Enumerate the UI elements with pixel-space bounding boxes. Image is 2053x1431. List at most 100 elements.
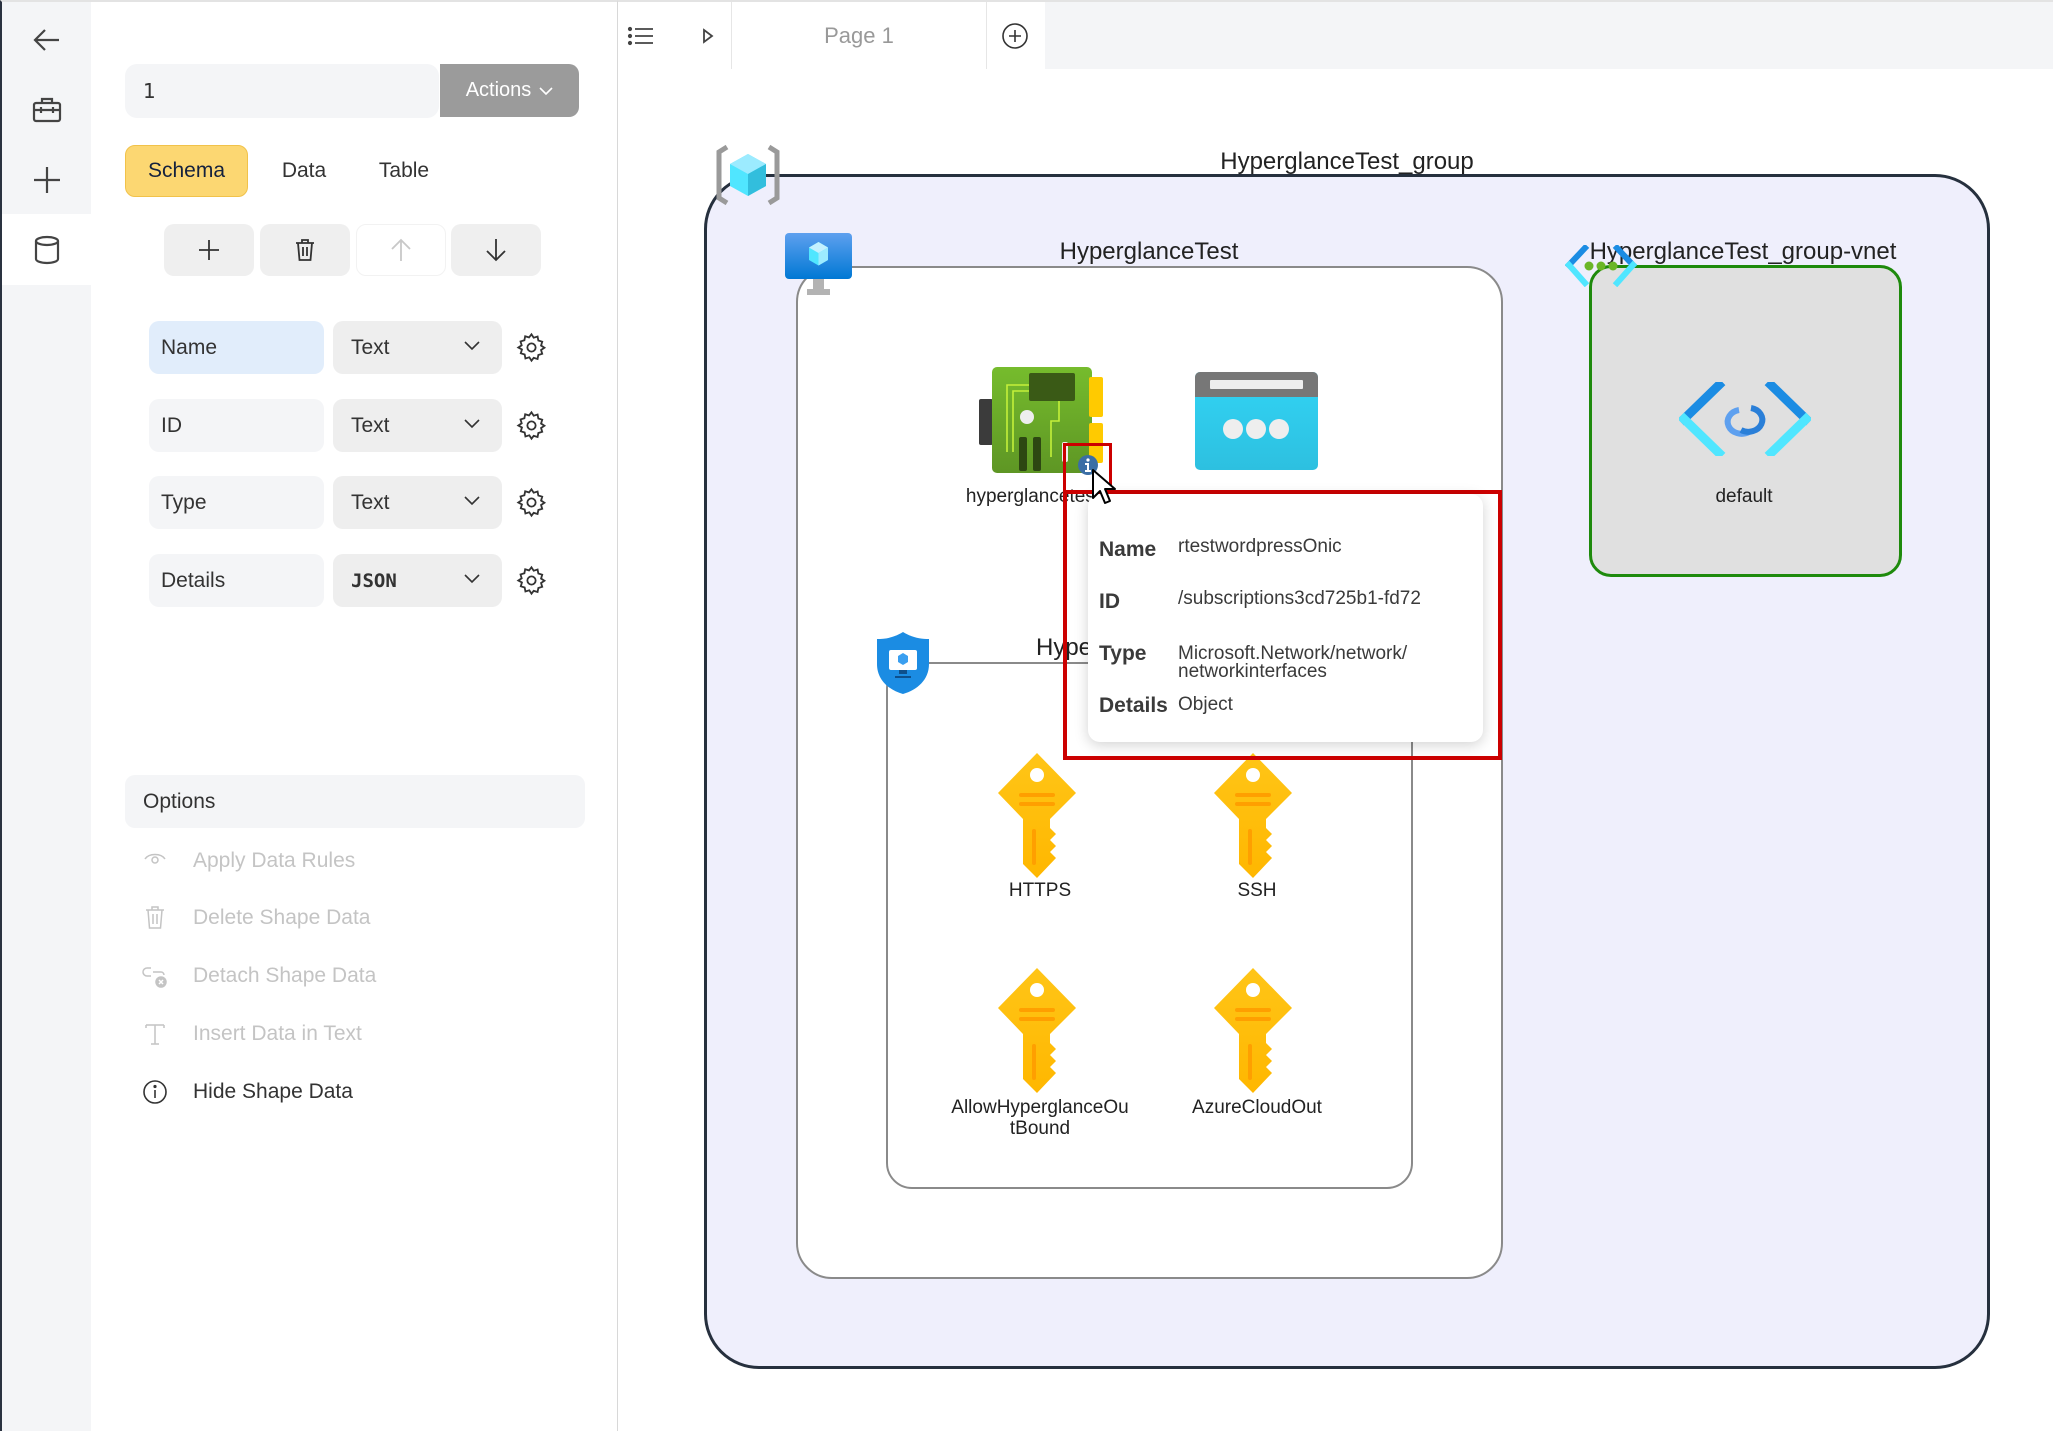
arrow-up-icon	[391, 238, 411, 261]
tab-table[interactable]: Table	[359, 145, 449, 197]
rule-key-icon[interactable]	[1212, 968, 1294, 1098]
rail-add-button[interactable]	[2, 144, 91, 215]
schema-field-id[interactable]: ID	[149, 399, 324, 452]
rule-label: AzureCloudOut	[1192, 1097, 1322, 1118]
popup-value: Microsoft.Network/network/ networkinterf…	[1178, 643, 1408, 682]
option-label: Apply Data Rules	[193, 849, 356, 872]
schema-row: ID Text	[91, 399, 618, 452]
subnet-icon[interactable]	[1679, 382, 1811, 456]
popup-row-details: Details Object	[1099, 694, 1233, 718]
schema-field-details[interactable]: Details	[149, 554, 324, 607]
gear-icon[interactable]	[516, 487, 547, 518]
unlink-icon	[142, 967, 167, 988]
move-down-button[interactable]	[451, 224, 541, 276]
info-badge-icon[interactable]	[1077, 454, 1099, 476]
nsg-label: Hype	[1036, 634, 1093, 661]
resource-group-label: HyperglanceTest_group	[1220, 148, 1474, 175]
popup-row-type: Type Microsoft.Network/network/ networki…	[1099, 642, 1407, 681]
network-security-group-icon[interactable]	[875, 630, 931, 696]
add-field-button[interactable]	[164, 224, 254, 276]
page-list-icon[interactable]	[626, 21, 656, 51]
trash-icon	[296, 239, 314, 261]
shape-data-popup: Name rtestwordpressOnic ID /subscription…	[1088, 494, 1483, 742]
plus-icon	[33, 166, 60, 193]
popup-key: ID	[1099, 590, 1120, 613]
virtual-machine-icon[interactable]	[784, 232, 853, 298]
option-apply-data-rules[interactable]: Apply Data Rules	[125, 839, 585, 883]
tab-data[interactable]: Data	[259, 145, 349, 197]
delete-field-button[interactable]	[260, 224, 350, 276]
schema-row: Type Text	[91, 476, 618, 529]
type-value: Text	[351, 490, 390, 514]
shape-data-panel: Actions Schema Data Table Name Text ID T…	[91, 0, 618, 1431]
chevron-down-icon	[464, 496, 480, 506]
actions-dropdown-button[interactable]: Actions	[440, 64, 579, 117]
rail-toolbox-button[interactable]	[2, 74, 91, 145]
type-value: Text	[351, 413, 390, 437]
schema-field-name[interactable]: Name	[149, 321, 324, 374]
text-icon	[145, 1024, 165, 1045]
schema-type-select[interactable]: Text	[333, 399, 502, 452]
popup-key: Details	[1099, 694, 1168, 717]
options-title: Options	[143, 789, 216, 813]
rule-key-icon[interactable]	[1212, 753, 1294, 883]
schema-type-select[interactable]: Text	[333, 476, 502, 529]
rule-key-icon[interactable]	[996, 753, 1078, 883]
popup-value: /subscriptions3cd725b1-fd72	[1178, 588, 1421, 609]
tab-page-1[interactable]: Page 1	[731, 2, 987, 69]
option-label: Insert Data in Text	[193, 1022, 362, 1045]
actions-label: Actions	[465, 79, 532, 101]
trash-icon	[146, 906, 164, 929]
option-label: Hide Shape Data	[193, 1080, 353, 1103]
chevron-down-icon	[464, 419, 480, 429]
subnet-label: default	[1715, 486, 1773, 507]
resource-group-icon[interactable]	[715, 144, 781, 206]
rule-label: HTTPS	[1008, 880, 1072, 901]
chevron-down-icon	[464, 341, 480, 351]
tab-schema[interactable]: Schema	[125, 145, 248, 197]
options-header[interactable]: Options	[125, 775, 585, 828]
tab-data-label: Data	[281, 159, 327, 182]
field-label: Name	[161, 335, 218, 359]
schema-row: Name Text	[91, 321, 618, 374]
type-value: JSON	[351, 569, 397, 592]
diagram-canvas[interactable]: Page 1 HyperglanceTest_group Hyperglance…	[618, 0, 2053, 1431]
virtual-network-icon[interactable]	[1565, 245, 1637, 287]
public-ip-icon[interactable]	[1195, 372, 1318, 470]
rail-data-button[interactable]	[2, 214, 91, 285]
rule-key-icon[interactable]	[996, 968, 1078, 1098]
gear-icon[interactable]	[516, 565, 547, 596]
rule-label: AllowHyperglanceOu tBound	[951, 1097, 1129, 1139]
rail-back-button[interactable]	[2, 4, 91, 75]
play-icon[interactable]	[693, 21, 723, 51]
schema-type-select[interactable]: JSON	[333, 554, 502, 607]
schema-field-type[interactable]: Type	[149, 476, 324, 529]
icon-rail	[0, 0, 91, 1431]
field-label: Details	[161, 568, 226, 592]
popup-key: Type	[1099, 642, 1147, 665]
schema-type-select[interactable]: Text	[333, 321, 502, 374]
info-icon	[143, 1080, 167, 1104]
chevron-down-icon	[539, 86, 553, 95]
tab-schema-label: Schema	[147, 159, 226, 182]
popup-row-id: ID /subscriptions3cd725b1-fd72	[1099, 588, 1421, 614]
move-up-button[interactable]	[356, 224, 446, 276]
popup-key: Name	[1099, 538, 1157, 561]
vm-label: HyperglanceTest	[1059, 238, 1239, 265]
add-page-icon[interactable]	[1000, 21, 1030, 51]
shape-data-set-input[interactable]	[125, 64, 439, 118]
option-detach-shape-data[interactable]: Detach Shape Data	[125, 954, 585, 998]
option-insert-data-in-text[interactable]: Insert Data in Text	[125, 1012, 585, 1056]
arrow-left-icon	[32, 28, 59, 51]
popup-value: rtestwordpressOnic	[1178, 536, 1342, 557]
page-tab-label: Page 1	[824, 22, 894, 48]
popup-row-name: Name rtestwordpressOnic	[1099, 536, 1342, 562]
gear-icon[interactable]	[516, 410, 547, 441]
option-hide-shape-data[interactable]: Hide Shape Data	[125, 1070, 585, 1114]
option-label: Delete Shape Data	[193, 906, 371, 929]
gear-icon[interactable]	[516, 332, 547, 363]
database-icon	[34, 235, 59, 264]
eye-icon	[144, 853, 166, 864]
field-label: Type	[161, 490, 207, 514]
option-delete-shape-data[interactable]: Delete Shape Data	[125, 896, 585, 940]
